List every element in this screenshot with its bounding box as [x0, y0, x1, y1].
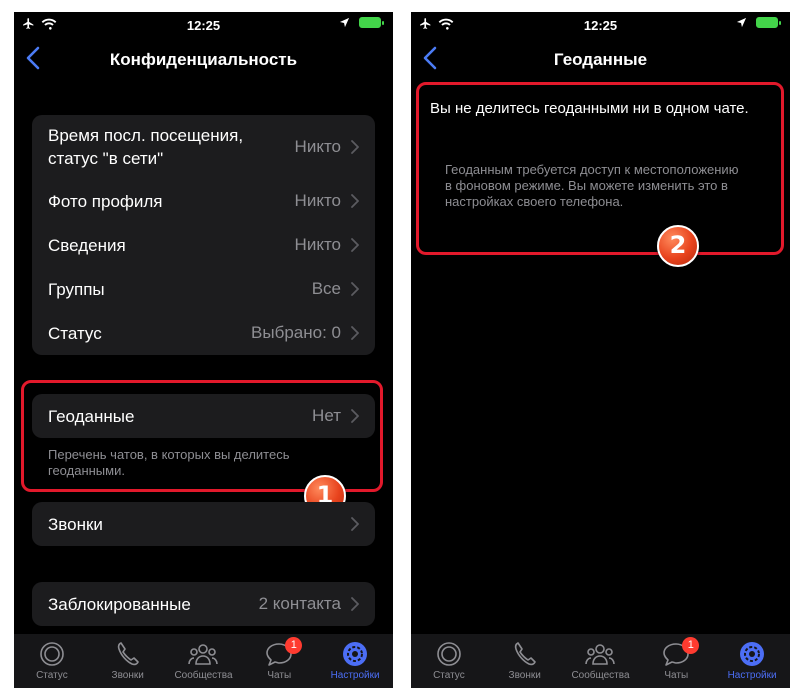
row-value: Никто [294, 191, 341, 210]
battery-icon [756, 17, 781, 28]
privacy-row-blocked[interactable]: Заблокированные 2 контакта [32, 582, 375, 626]
row-label: Сведения [48, 235, 126, 255]
location-arrow-icon [339, 17, 350, 28]
row-label: Фото профиля [48, 191, 163, 211]
phone-icon [514, 642, 536, 666]
tab-calls[interactable]: Звонки [90, 634, 166, 688]
battery-icon [359, 17, 384, 28]
row-value: Никто [294, 235, 341, 254]
row-value: Никто [294, 137, 341, 156]
blocked-settings-group: Заблокированные 2 контакта [32, 582, 375, 626]
background-location-note: Геоданным требуется доступ к местоположе… [445, 162, 739, 209]
row-value: 2 контакта [258, 594, 341, 613]
tab-label: Сообщества [174, 670, 233, 681]
no-location-sharing-message: Вы не делитесь геоданными ни в одном чат… [430, 100, 749, 117]
tab-status[interactable]: Статус [411, 634, 487, 688]
unread-badge: 1 [285, 637, 303, 654]
location-screen: 12:25 Геоданные Вы не делитесь геоданным… [411, 12, 790, 688]
chevron-right-icon [351, 597, 359, 611]
phone-icon [117, 642, 139, 666]
row-value: Нет [312, 406, 341, 425]
privacy-row-last-seen[interactable]: Время посл. посещения, статус "в сети" Н… [32, 115, 375, 179]
location-arrow-icon [736, 17, 747, 28]
tab-label: Звонки [111, 670, 144, 681]
tab-label: Чаты [664, 670, 689, 681]
chevron-right-icon [351, 238, 359, 252]
tab-label: Настройки [727, 670, 777, 681]
tab-communities[interactable]: Сообщества [563, 634, 639, 688]
tab-settings[interactable]: Настройки [317, 634, 393, 688]
nav-bar: Конфиденциальность [14, 42, 393, 76]
privacy-row-groups[interactable]: Группы Все [32, 267, 375, 311]
tab-label: Статус [36, 670, 68, 681]
status-time: 12:25 [186, 18, 221, 33]
status-icon [437, 642, 461, 666]
status-bar: 12:25 [411, 12, 790, 38]
tab-calls[interactable]: Звонки [487, 634, 563, 688]
privacy-row-profile-photo[interactable]: Фото профиля Никто [32, 179, 375, 223]
tab-chats[interactable]: 1 Чаты [638, 634, 714, 688]
row-label: Время посл. посещения, статус "в сети" [48, 126, 244, 168]
tab-communities[interactable]: Сообщества [166, 634, 242, 688]
page-title: Геоданные [553, 50, 648, 69]
tab-status[interactable]: Статус [14, 634, 90, 688]
tab-settings[interactable]: Настройки [714, 634, 790, 688]
back-chevron-icon[interactable] [22, 45, 46, 71]
unread-badge: 1 [682, 637, 700, 654]
chevron-right-icon [351, 194, 359, 208]
privacy-screen: 12:25 Конфиденциальность Время посл. пос… [14, 12, 393, 688]
location-settings-group: Геоданные Нет [32, 394, 375, 438]
tab-label: Статус [433, 670, 465, 681]
chevron-right-icon [351, 140, 359, 154]
tab-bar: Статус Звонки Сообщества 1 Чаты Настройк… [411, 634, 790, 688]
privacy-row-about[interactable]: Сведения Никто [32, 223, 375, 267]
tab-chats[interactable]: 1 Чаты [241, 634, 317, 688]
row-label: Геоданные [48, 406, 135, 426]
location-footnote: Перечень чатов, в которых вы делитесь ге… [48, 447, 290, 478]
tab-label: Чаты [267, 670, 292, 681]
back-chevron-icon[interactable] [419, 45, 443, 71]
status-bar: 12:25 [14, 12, 393, 38]
tab-bar: Статус Звонки Сообщества 1 Чаты Настройк… [14, 634, 393, 688]
tab-label: Звонки [508, 670, 541, 681]
tab-label: Сообщества [571, 670, 630, 681]
status-icon [40, 642, 64, 666]
step-number-badge-2: 2 [657, 225, 699, 267]
row-label: Группы [48, 279, 105, 299]
privacy-row-location[interactable]: Геоданные Нет [32, 394, 375, 438]
calls-settings-group: Звонки [32, 502, 375, 546]
chevron-right-icon [351, 326, 359, 340]
page-title: Конфиденциальность [109, 50, 298, 69]
row-label: Звонки [48, 514, 103, 534]
row-label: Статус [48, 323, 102, 343]
chevron-right-icon [351, 282, 359, 296]
settings-icon [740, 642, 765, 666]
chevron-right-icon [351, 409, 359, 423]
chevron-right-icon [351, 517, 359, 531]
row-label: Заблокированные [48, 594, 191, 614]
row-value: Выбрано: 0 [251, 323, 341, 342]
privacy-settings-group: Время посл. посещения, статус "в сети" Н… [32, 115, 375, 355]
communities-icon [188, 644, 219, 665]
row-value: Все [311, 279, 341, 298]
privacy-row-calls[interactable]: Звонки [32, 502, 375, 546]
communities-icon [585, 644, 616, 665]
settings-icon [343, 642, 368, 666]
status-time: 12:25 [583, 18, 618, 33]
nav-bar: Геоданные [411, 42, 790, 76]
tab-label: Настройки [330, 670, 380, 681]
privacy-row-status[interactable]: Статус Выбрано: 0 [32, 311, 375, 355]
